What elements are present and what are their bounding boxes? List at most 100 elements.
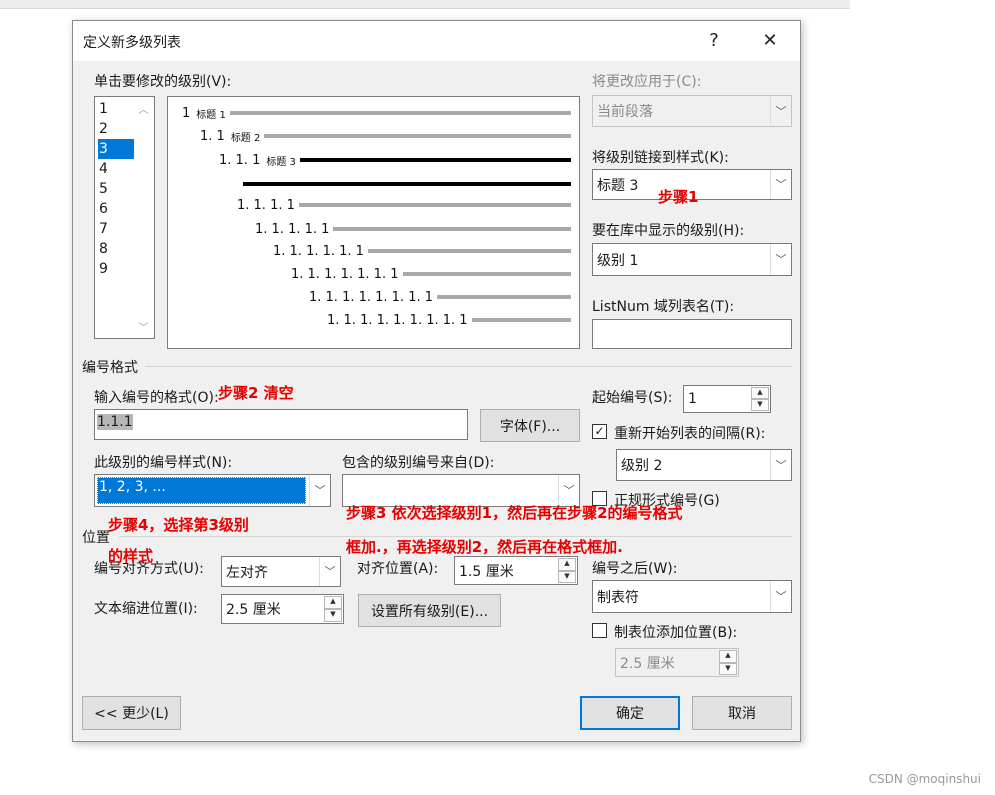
number-format-section-label: 编号格式	[82, 360, 138, 376]
tab-stop-label: 制表位添加位置(B):	[614, 625, 738, 641]
chevron-down-icon[interactable]: ﹀	[133, 319, 154, 334]
listnum-input[interactable]	[592, 319, 792, 349]
annotation-step1: 步骤1	[658, 188, 699, 206]
alignment-combo[interactable]: 左对齐 ﹀	[221, 556, 341, 587]
preview-row	[243, 175, 571, 193]
alignment-value: 左对齐	[226, 564, 268, 581]
start-at-label: 起始编号(S):	[592, 390, 673, 406]
tab-stop-value: 2.5 厘米	[620, 655, 675, 672]
preview-number: 1. 1. 1. 1. 1. 1. 1. 1	[309, 289, 434, 305]
chevron-down-icon[interactable]: ﹀	[309, 475, 330, 506]
apply-to-label: 将更改应用于(C):	[592, 74, 702, 90]
preview-pane: 1 标题 1 1. 1 标题 2 1. 1. 1 标题 3 1. 1. 1. 1…	[167, 96, 580, 349]
preview-row: 1. 1. 1. 1. 1. 1. 1. 1. 1	[327, 311, 571, 329]
chevron-down-icon[interactable]: ﹀	[319, 557, 340, 586]
preview-row: 1 标题 1	[182, 104, 571, 122]
spinner-arrows: ▲ ▼	[719, 650, 737, 675]
number-format-value: 1.1.1	[97, 414, 133, 430]
chevron-down-icon[interactable]: ﹀	[770, 170, 791, 199]
text-indent-value: 2.5 厘米	[226, 602, 281, 618]
follow-number-combo[interactable]: 制表符 ﹀	[592, 580, 792, 613]
annotation-step3-line2: 框加.，再选择级别2，然后再在格式框加.	[346, 538, 623, 556]
preview-number: 1	[182, 105, 191, 121]
preview-row: 1. 1. 1. 1. 1	[255, 220, 571, 238]
level-item[interactable]: 8	[98, 239, 134, 259]
text-indent-spinner[interactable]: 2.5 厘米 ▲ ▼	[221, 594, 344, 624]
apply-to-value: 当前段落	[597, 104, 653, 120]
level-item[interactable]: 2	[98, 119, 134, 139]
preview-line	[264, 134, 571, 138]
restart-checkbox[interactable]: ✓	[592, 424, 607, 439]
background-window-strip	[0, 0, 850, 9]
preview-line	[471, 318, 571, 322]
preview-row: 1. 1. 1. 1. 1. 1. 1. 1	[309, 288, 571, 306]
level-item-selected[interactable]: 3	[98, 139, 134, 159]
text-indent-label: 文本缩进位置(I):	[94, 601, 198, 617]
start-at-value: 1	[688, 391, 697, 407]
chevron-down-icon[interactable]: ﹀	[770, 581, 791, 612]
preview-style: 标题 1	[196, 109, 226, 121]
restart-level-combo[interactable]: 级别 2 ﹀	[616, 449, 792, 481]
chevron-down-icon[interactable]: ﹀	[770, 450, 791, 480]
preview-line	[333, 227, 571, 231]
level-item[interactable]: 4	[98, 159, 134, 179]
cancel-button[interactable]: 取消	[692, 696, 792, 730]
chevron-down-icon[interactable]: ﹀	[770, 244, 791, 275]
spinner-arrows[interactable]: ▲ ▼	[751, 387, 769, 411]
level-item[interactable]: 5	[98, 179, 134, 199]
levels-label: 单击要修改的级别(V):	[94, 74, 232, 90]
number-style-label: 此级别的编号样式(N):	[94, 455, 233, 471]
preview-line	[229, 111, 571, 115]
level-item[interactable]: 6	[98, 199, 134, 219]
number-style-combo[interactable]: 1, 2, 3, ... ﹀	[94, 474, 331, 507]
restart-level-value: 级别 2	[621, 458, 663, 474]
spinner-arrows[interactable]: ▲ ▼	[324, 596, 342, 622]
spinner-arrows[interactable]: ▲ ▼	[558, 558, 576, 583]
watermark: CSDN @moqinshui	[868, 772, 981, 786]
start-at-spinner[interactable]: 1 ▲ ▼	[683, 385, 771, 413]
less-button[interactable]: << 更少(L)	[82, 696, 181, 730]
level-item[interactable]: 1	[98, 99, 134, 119]
enter-format-label: 输入编号的格式(O):	[94, 390, 219, 406]
level-item[interactable]: 7	[98, 219, 134, 239]
help-button[interactable]: ?	[700, 28, 728, 54]
restart-label: 重新开始列表的间隔(R):	[614, 426, 766, 442]
preview-line	[367, 249, 571, 253]
preview-number: 1. 1. 1. 1. 1. 1	[273, 243, 364, 259]
number-style-value: 1, 2, 3, ...	[97, 477, 306, 504]
level-listbox[interactable]: 1 2 3 4 5 6 7 8 9 ︿ ﹀	[94, 96, 155, 339]
annotation-step4-line2: 的样式	[108, 547, 154, 565]
preview-line	[437, 295, 571, 299]
preview-number: 1. 1	[200, 128, 225, 144]
preview-style: 标题 3	[266, 156, 296, 168]
section-divider	[145, 366, 792, 367]
include-level-label: 包含的级别编号来自(D):	[342, 455, 495, 471]
preview-line-selected	[243, 182, 571, 186]
preview-line	[298, 203, 571, 207]
preview-number: 1. 1. 1	[219, 152, 261, 168]
preview-row: 1. 1. 1 标题 3	[219, 151, 571, 169]
gallery-level-combo[interactable]: 级别 1 ﹀	[592, 243, 792, 276]
preview-number: 1. 1. 1. 1. 1. 1. 1	[291, 266, 399, 282]
chevron-down-icon: ﹀	[770, 96, 791, 126]
aligned-at-spinner[interactable]: 1.5 厘米 ▲ ▼	[454, 556, 578, 585]
preview-row: 1. 1. 1. 1	[237, 196, 571, 214]
title-bar: 定义新多级列表 ? ✕	[73, 21, 800, 61]
annotation-step4-line1: 步骤4，选择第3级别	[108, 516, 249, 534]
follow-number-value: 制表符	[597, 589, 639, 606]
gallery-level-label: 要在库中显示的级别(H):	[592, 223, 745, 239]
gallery-level-value: 级别 1	[597, 252, 639, 269]
set-all-levels-button[interactable]: 设置所有级别(E)...	[358, 594, 501, 627]
ok-button[interactable]: 确定	[580, 696, 680, 730]
font-button[interactable]: 字体(F)...	[480, 409, 580, 442]
chevron-up-icon[interactable]: ︿	[133, 101, 154, 116]
close-icon[interactable]: ✕	[756, 28, 784, 54]
number-format-input[interactable]: 1.1.1	[94, 409, 468, 440]
preview-number: 1. 1. 1. 1	[237, 197, 295, 213]
dialog-title: 定义新多级列表	[83, 35, 181, 51]
aligned-at-label: 对齐位置(A):	[357, 561, 439, 577]
level-scrollbar[interactable]: ︿ ﹀	[133, 97, 154, 338]
tab-stop-checkbox[interactable]	[592, 623, 607, 638]
listnum-label: ListNum 域列表名(T):	[592, 299, 735, 315]
level-item[interactable]: 9	[98, 259, 134, 279]
